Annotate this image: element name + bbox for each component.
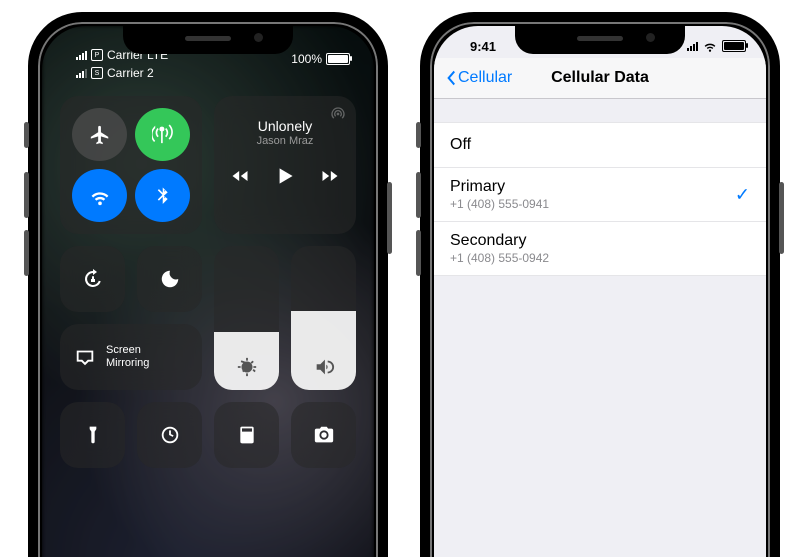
option-number: +1 (408) 555-0941: [450, 197, 750, 211]
orientation-lock-button[interactable]: [60, 246, 125, 312]
calculator-icon: [237, 424, 257, 446]
airplay-audio-icon: [330, 106, 346, 122]
battery-percent: 100%: [291, 52, 322, 66]
flashlight-button[interactable]: [60, 402, 125, 468]
battery-icon: [722, 40, 746, 52]
camera-button[interactable]: [291, 402, 356, 468]
option-label: Secondary: [450, 232, 750, 250]
camera-icon: [312, 424, 336, 446]
screen-mirroring-button[interactable]: Screen Mirroring: [60, 324, 202, 390]
cellular-data-options: Off Primary +1 (408) 555-0941 ✓ Secondar…: [434, 122, 766, 276]
volume-up-button: [416, 172, 421, 218]
signal-bars-primary: [76, 50, 87, 60]
flashlight-icon: [83, 423, 103, 447]
now-playing-title: Unlonely: [226, 118, 344, 134]
play-button[interactable]: [272, 163, 298, 189]
status-time: 9:41: [470, 39, 496, 54]
option-secondary[interactable]: Secondary +1 (408) 555-0942: [434, 222, 766, 276]
next-track-button[interactable]: [320, 166, 340, 186]
sim-primary-badge: P: [91, 49, 103, 61]
phone-settings: 9:41 Cellular Cellular Data Off: [420, 12, 780, 557]
screen-mirroring-icon: [74, 346, 96, 368]
orientation-lock-icon: [81, 267, 105, 291]
bluetooth-icon: [152, 185, 174, 207]
airplane-icon: [89, 124, 111, 146]
option-off[interactable]: Off: [434, 122, 766, 168]
calculator-button[interactable]: [214, 402, 279, 468]
volume-icon: [313, 356, 335, 378]
carrier-secondary-label: Carrier 2: [107, 66, 154, 80]
option-label: Off: [450, 136, 750, 154]
signal-bars: [687, 41, 698, 51]
wifi-icon: [89, 185, 111, 207]
back-label: Cellular: [458, 69, 512, 87]
wifi-icon: [703, 39, 717, 53]
volume-down-button: [24, 230, 29, 276]
battery-icon: [326, 53, 350, 65]
bluetooth-button[interactable]: [135, 169, 190, 222]
volume-down-button: [416, 230, 421, 276]
timer-button[interactable]: [137, 402, 202, 468]
music-tile[interactable]: Unlonely Jason Mraz: [214, 96, 356, 234]
prev-track-button[interactable]: [230, 166, 250, 186]
brightness-icon: [236, 356, 258, 378]
wifi-button[interactable]: [72, 169, 127, 222]
checkmark-icon: ✓: [735, 184, 750, 205]
screen-mirroring-label: Screen Mirroring: [106, 344, 149, 370]
back-button[interactable]: Cellular: [444, 69, 512, 87]
mute-switch: [416, 122, 421, 148]
chevron-left-icon: [444, 69, 456, 87]
power-button: [387, 182, 392, 254]
nav-bar: Cellular Cellular Data: [434, 58, 766, 99]
power-button: [779, 182, 784, 254]
volume-up-button: [24, 172, 29, 218]
airplane-mode-button[interactable]: [72, 108, 127, 161]
moon-icon: [159, 268, 181, 290]
connectivity-tile[interactable]: [60, 96, 202, 234]
cellular-data-button[interactable]: [135, 108, 190, 161]
mute-switch: [24, 122, 29, 148]
sim-secondary-badge: S: [91, 67, 103, 79]
option-label: Primary: [450, 178, 750, 196]
brightness-slider[interactable]: [214, 246, 279, 390]
antenna-icon: [152, 124, 174, 146]
option-primary[interactable]: Primary +1 (408) 555-0941 ✓: [434, 168, 766, 222]
phone-control-center: P Carrier LTE S Carrier 2 100%: [28, 12, 388, 557]
signal-bars-secondary: [76, 68, 87, 78]
volume-slider[interactable]: [291, 246, 356, 390]
timer-icon: [159, 424, 181, 446]
option-number: +1 (408) 555-0942: [450, 251, 750, 265]
do-not-disturb-button[interactable]: [137, 246, 202, 312]
now-playing-artist: Jason Mraz: [226, 135, 344, 147]
